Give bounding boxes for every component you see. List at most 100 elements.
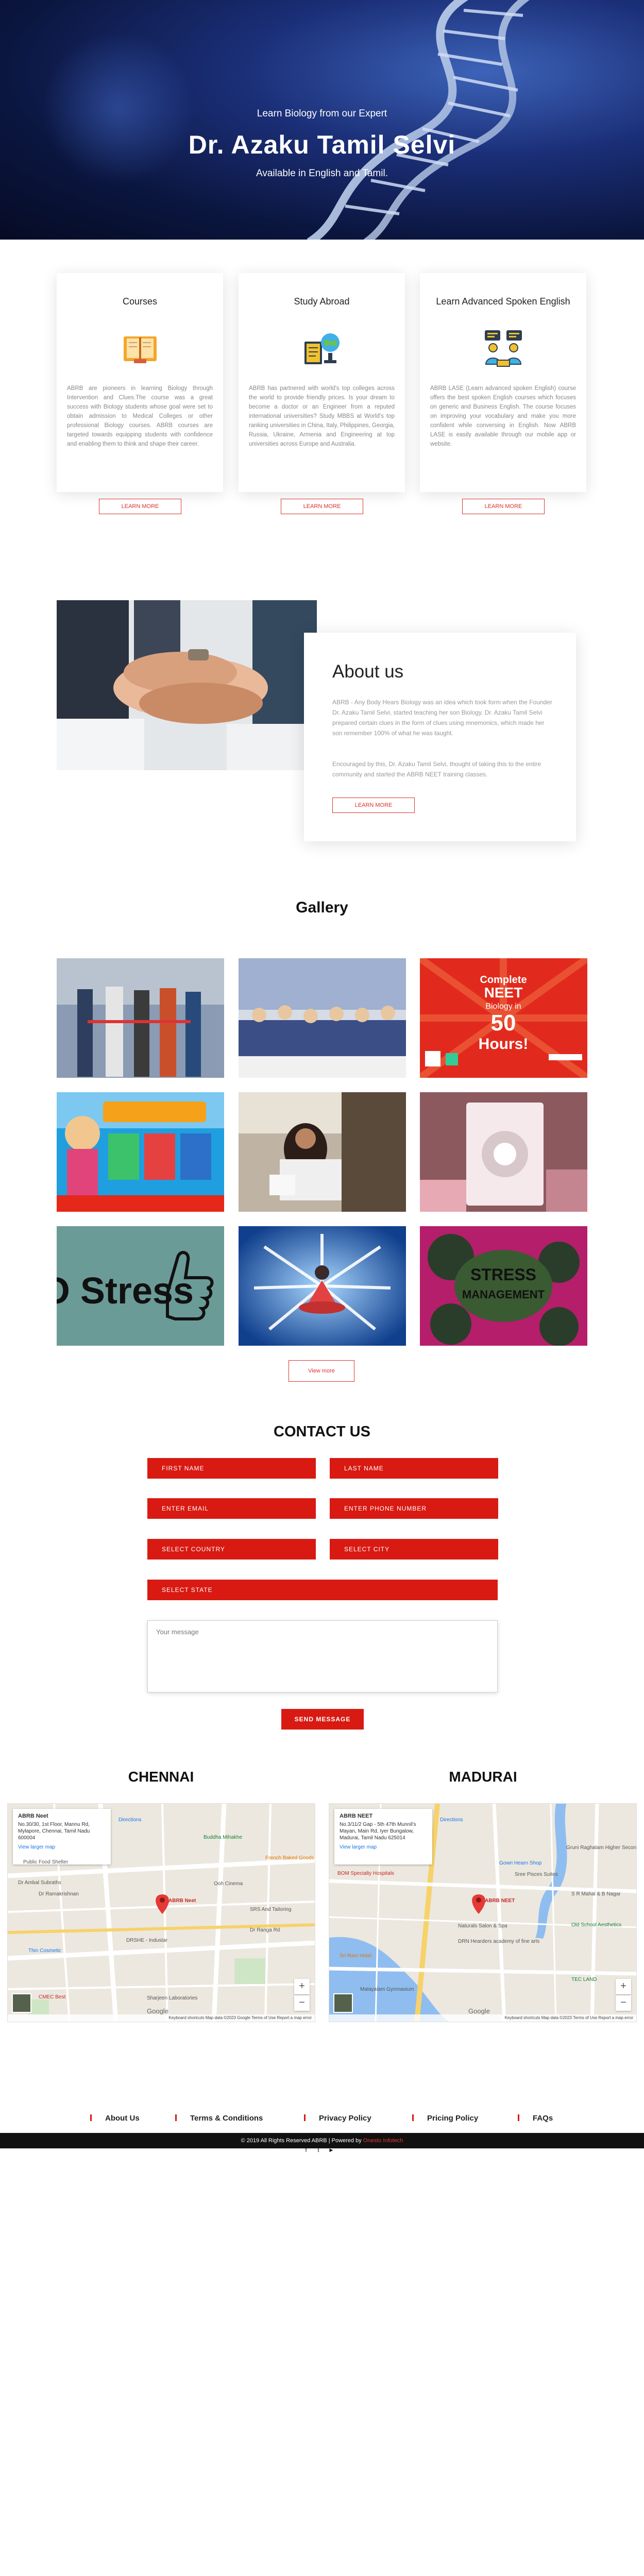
zoom-out-button[interactable]: − <box>294 1995 310 2011</box>
svg-text:NEET: NEET <box>484 985 523 1001</box>
map-attribution: Keyboard shortcuts Map data ©2023 Terms … <box>329 2014 636 2022</box>
map-pin-label: ABRB Neet <box>168 1898 196 1904</box>
place-address: No.30/30, 1st Floor, Mannu Rd, Mylapore,… <box>18 1822 90 1841</box>
about-learn-more-button[interactable]: LEARN MORE <box>332 798 415 813</box>
zoom-in-button[interactable]: + <box>616 1979 631 1994</box>
map-label: Sharjeen Laboratories <box>147 1995 198 2001</box>
place-name: ABRB Neet <box>18 1813 48 1819</box>
hero-title: Dr. Azaku Tamil Selvi <box>188 130 456 159</box>
map-label: Dr Ramakrishnan <box>39 1891 79 1897</box>
footer-link-terms[interactable]: Terms & Conditions <box>175 2114 263 2123</box>
map-label: DRSHE - Industar <box>126 1938 168 1943</box>
madurai-heading: MADURAI <box>449 1769 517 1785</box>
service-card-title: Learn Advanced Spoken English <box>436 296 570 307</box>
facebook-icon[interactable]: f <box>303 2147 309 2155</box>
map-label: Sri Ram Hotel <box>340 1953 372 1959</box>
map-attribution: Keyboard shortcuts Map data ©2023 Google… <box>8 2014 315 2022</box>
footer-link-pricing[interactable]: Pricing Policy <box>412 2114 478 2123</box>
powered-by-link[interactable]: Onesto Infotech <box>363 2138 403 2144</box>
last-name-field[interactable]: LAST NAME <box>330 1458 498 1479</box>
hero-banner: Learn Biology from our Expert Dr. Azaku … <box>0 0 644 240</box>
gallery-image[interactable] <box>57 958 224 1078</box>
madurai-place-card: ABRB NEET No.3/11/2 Gap - 5th 47th Munni… <box>334 1809 432 1865</box>
footer-link-about[interactable]: About Us <box>90 2114 140 2123</box>
map-label: BOM Specialty Hospitals <box>337 1871 395 1876</box>
gallery-image[interactable] <box>420 1092 587 1212</box>
footer-link-label: FAQs <box>533 2114 553 2123</box>
study-globe-icon <box>304 333 340 364</box>
courses-learn-more-button[interactable]: LEARN MORE <box>99 499 181 514</box>
map-label: French Baked Goods <box>265 1855 314 1861</box>
footer-link-faqs[interactable]: FAQs <box>518 2114 553 2123</box>
zoom-out-button[interactable]: − <box>616 1995 631 2011</box>
first-name-field[interactable]: FIRST NAME <box>147 1458 316 1479</box>
map-label: S R Mahal & B Nagar <box>571 1891 621 1897</box>
svg-text:Biology in: Biology in <box>485 1002 521 1011</box>
about-us-card: About us ABRB - Any Body Hears Biology w… <box>304 633 576 841</box>
map-label: Buddha Mihakhe <box>204 1835 243 1840</box>
hero-tagline: Learn Biology from our Expert <box>257 108 387 119</box>
map-label: Sree Pisces Suites <box>515 1872 558 1877</box>
view-larger-map-link[interactable]: View larger map <box>340 1844 427 1851</box>
email-field[interactable]: ENTER EMAIL <box>147 1498 316 1519</box>
message-textarea[interactable]: Your message <box>147 1620 498 1692</box>
phone-field[interactable]: ENTER PHONE NUMBER <box>330 1498 498 1519</box>
map-label: Malayalam Gymnasium <box>360 1987 414 1992</box>
service-card-title: Courses <box>122 296 158 307</box>
service-card-study-abroad: Study Abroad ABRB has partnered with wor… <box>239 273 405 514</box>
gallery-meditation-image[interactable] <box>239 1226 406 1346</box>
gallery-course-poster[interactable] <box>57 1092 224 1212</box>
contact-title: CONTACT US <box>274 1423 370 1440</box>
svg-text:MANAGEMENT: MANAGEMENT <box>462 1288 545 1301</box>
map-label: Ooh Cinema <box>214 1881 243 1887</box>
gallery-image[interactable] <box>239 1092 406 1212</box>
about-team-hands-image <box>57 600 317 770</box>
service-card-courses: Courses ABRB are pioneers in learning Bi… <box>57 273 223 514</box>
copyright-bar: © 2019 All Rights Reserved ABRB | Powere… <box>0 2133 644 2148</box>
chennai-heading: CHENNAI <box>128 1769 194 1785</box>
study-abroad-learn-more-button[interactable]: LEARN MORE <box>281 499 363 514</box>
service-card-spoken-english: Learn Advanced Spoken English ABRB LASE … <box>420 273 586 514</box>
madurai-map[interactable]: ABRB NEET No.3/11/2 Gap - 5th 47th Munni… <box>329 1803 637 2022</box>
service-card-text: ABRB are pioneers in learning Biology th… <box>67 385 213 447</box>
youtube-icon[interactable]: ▶ <box>328 2147 334 2155</box>
map-label: Gowri Hearn Shop <box>499 1860 542 1866</box>
map-label: SRS And Tailoring <box>250 1907 292 1912</box>
map-label: TEC LAND <box>571 1977 597 1982</box>
link-bullet <box>518 2114 519 2121</box>
country-select[interactable]: SELECT COUNTRY <box>147 1539 316 1560</box>
city-select[interactable]: SELECT CITY <box>330 1539 498 1560</box>
footer-link-privacy[interactable]: Privacy Policy <box>304 2114 371 2123</box>
satellite-toggle[interactable] <box>333 1993 353 2013</box>
state-select[interactable]: SELECT STATE <box>147 1580 498 1600</box>
map-label: DRN Hearders academy of fine arts <box>458 1939 540 1944</box>
directions-link[interactable]: Directions <box>118 1817 141 1823</box>
hero-subtitle: Available in English and Tamil. <box>256 168 388 179</box>
directions-link[interactable]: Directions <box>440 1817 463 1823</box>
map-pin-label: ABRB NEET <box>485 1898 515 1904</box>
link-bullet <box>304 2114 306 2121</box>
spoken-english-learn-more-button[interactable]: LEARN MORE <box>462 499 545 514</box>
gallery-title: Gallery <box>296 899 348 916</box>
satellite-toggle[interactable] <box>12 1993 31 2013</box>
gallery-neet-poster[interactable]: Complete NEET Biology in 50 Hours! <box>420 958 587 1078</box>
gallery-image[interactable] <box>239 958 406 1078</box>
gallery-stress-management-image[interactable]: STRESS MANAGEMENT <box>420 1226 587 1346</box>
gallery-no-stress-image[interactable]: NO Stress <box>57 1226 224 1346</box>
copyright-text: © 2019 All Rights Reserved ABRB | Powere… <box>241 2138 362 2144</box>
book-icon <box>124 336 157 363</box>
map-label: Thin Cosmetic <box>28 1948 61 1954</box>
about-title: About us <box>332 662 404 682</box>
google-logo: Google <box>468 2007 490 2015</box>
view-more-button[interactable]: View more <box>289 1360 354 1382</box>
google-logo: Google <box>147 2007 168 2015</box>
map-label: CMEC Best <box>39 1994 66 2000</box>
map-label: Naturals Salon & Spa <box>458 1923 507 1929</box>
send-message-button[interactable]: SEND MESSAGE <box>281 1709 364 1730</box>
chennai-map[interactable]: ABRB Neet No.30/30, 1st Floor, Mannu Rd,… <box>7 1803 315 2022</box>
zoom-in-button[interactable]: + <box>294 1979 310 1994</box>
twitter-icon[interactable]: t <box>315 2147 321 2155</box>
copyright-line: © 2019 All Rights Reserved ABRB | Powere… <box>0 2133 644 2148</box>
place-name: ABRB NEET <box>340 1813 373 1819</box>
view-larger-map-link[interactable]: View larger map <box>18 1844 106 1851</box>
